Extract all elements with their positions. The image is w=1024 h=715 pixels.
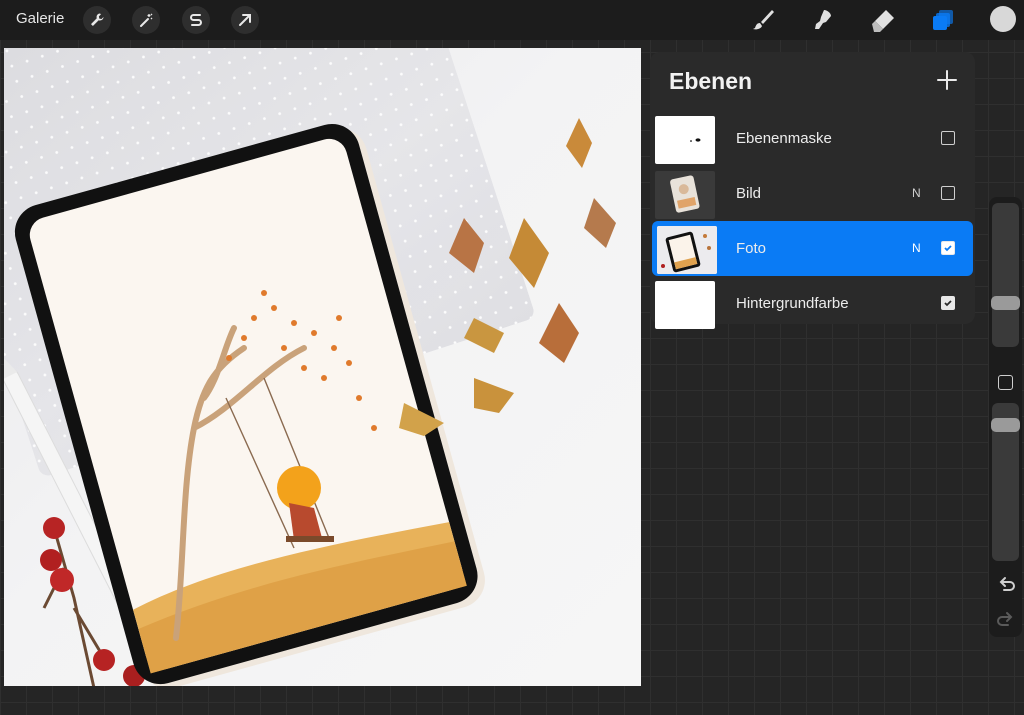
smudge-icon[interactable] — [808, 5, 838, 35]
wrench-icon[interactable] — [83, 6, 111, 34]
sidebar — [989, 197, 1022, 637]
layer-row[interactable]: Bild N — [650, 166, 975, 221]
brush-size-knob[interactable] — [991, 296, 1020, 310]
eraser-icon[interactable] — [868, 5, 898, 35]
arrow-icon[interactable] — [231, 6, 259, 34]
layer-thumbnail — [657, 226, 717, 274]
color-picker[interactable] — [990, 6, 1016, 32]
visibility-checkbox[interactable] — [941, 296, 955, 310]
blend-mode[interactable]: N — [912, 241, 921, 255]
layer-row[interactable]: Ebenenmaske — [650, 111, 975, 166]
canvas-artwork — [4, 118, 616, 686]
magic-wand-icon[interactable] — [132, 6, 160, 34]
opacity-slider[interactable] — [991, 403, 1020, 561]
redo-icon[interactable] — [995, 609, 1017, 631]
top-toolbar: Galerie — [0, 0, 1024, 40]
layer-row[interactable]: Hintergrundfarbe — [650, 276, 975, 331]
blend-mode[interactable]: N — [912, 186, 921, 200]
gallery-button[interactable]: Galerie — [16, 10, 64, 27]
opacity-knob[interactable] — [991, 418, 1020, 432]
layer-thumbnail — [655, 281, 715, 329]
brush-icon[interactable] — [748, 5, 778, 35]
layers-panel: Ebenen Ebenenmaske Bild N Foto N Hinterg… — [650, 52, 975, 329]
drawing-canvas[interactable] — [4, 48, 641, 686]
layer-name: Hintergrundfarbe — [736, 295, 849, 312]
visibility-checkbox[interactable] — [941, 186, 955, 200]
visibility-checkbox[interactable] — [941, 241, 955, 255]
layer-name: Foto — [736, 240, 767, 257]
layer-name: Bild — [736, 185, 762, 202]
layers-icon[interactable] — [928, 5, 958, 35]
panel-title: Ebenen — [669, 68, 753, 94]
layer-name: Ebenenmaske — [736, 130, 832, 147]
layer-thumbnail — [655, 171, 715, 219]
selection-s-icon[interactable] — [182, 6, 210, 34]
plus-icon[interactable] — [934, 67, 960, 93]
modify-square-icon[interactable] — [998, 375, 1013, 390]
brush-size-slider[interactable] — [991, 203, 1020, 347]
layer-row-selected[interactable]: Foto N — [652, 221, 973, 276]
undo-icon[interactable] — [995, 574, 1017, 596]
layer-thumbnail — [655, 116, 715, 164]
visibility-checkbox[interactable] — [941, 131, 955, 145]
ipad-device — [14, 123, 485, 686]
